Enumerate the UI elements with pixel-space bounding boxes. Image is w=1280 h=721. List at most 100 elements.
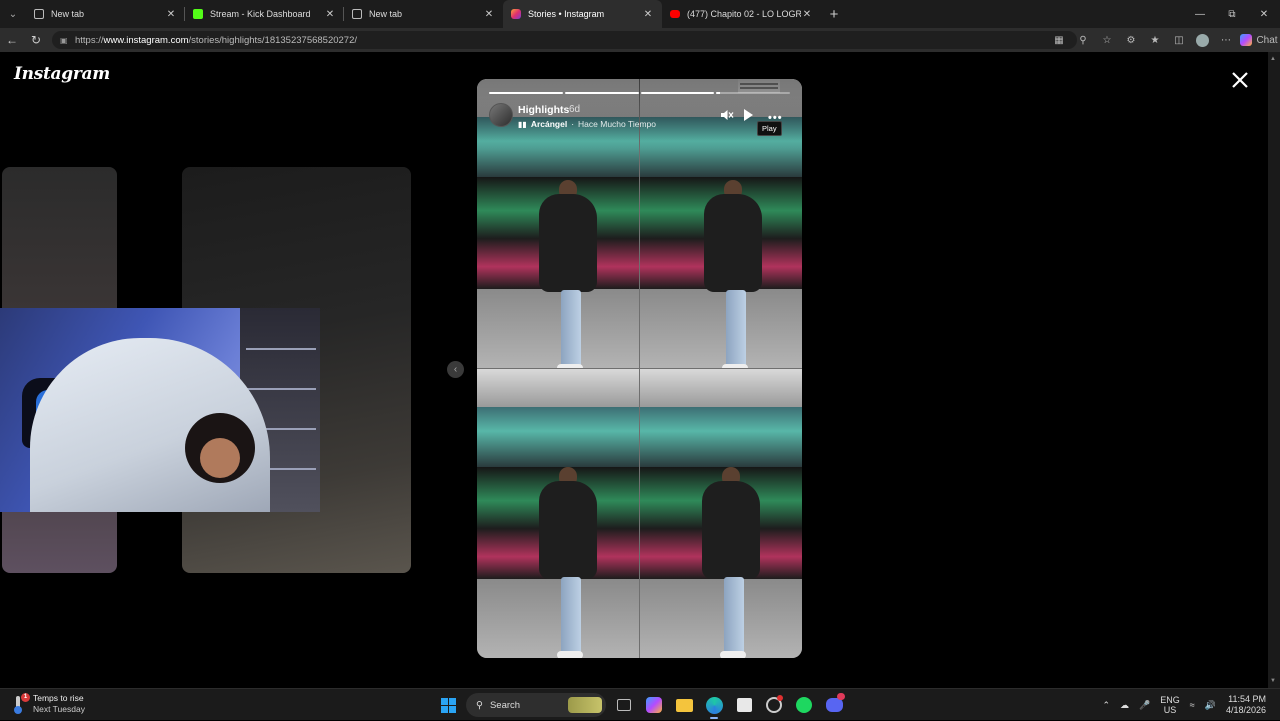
story-photo-tile bbox=[640, 369, 802, 658]
minimize-icon[interactable]: — bbox=[1184, 0, 1216, 28]
audio-separator: · bbox=[571, 119, 574, 129]
wifi-icon[interactable]: ≈ bbox=[1185, 700, 1200, 710]
site-info-icon[interactable]: ▣ bbox=[60, 36, 72, 45]
audio-bars-icon: ▮▮ bbox=[518, 120, 527, 129]
url-path: /stories/highlights/18135237568520272/ bbox=[189, 35, 358, 46]
task-view-icon[interactable] bbox=[617, 699, 631, 711]
extensions-icon[interactable]: ⚙ bbox=[1119, 28, 1143, 52]
progress-segment bbox=[716, 92, 790, 94]
copilot-icon bbox=[1240, 34, 1252, 46]
restore-icon[interactable]: ⧉ bbox=[1216, 0, 1248, 28]
keyboard-region: US bbox=[1160, 705, 1180, 715]
weather-widget[interactable]: 1 Temps to rise Next Tuesday bbox=[12, 693, 85, 715]
close-tab-icon[interactable]: ✕ bbox=[324, 9, 336, 20]
recording-app-icon[interactable] bbox=[762, 693, 786, 717]
progress-segment bbox=[489, 92, 563, 94]
app-available-icon[interactable]: ▦ bbox=[1047, 28, 1071, 52]
tab-title: (477) Chapito 02 - LO LOGRE (Vide bbox=[687, 9, 801, 19]
kick-icon bbox=[193, 9, 203, 19]
tab-instagram-stories[interactable]: Stories • Instagram ✕ bbox=[503, 0, 662, 28]
window-controls: — ⧉ ✕ bbox=[1184, 0, 1280, 28]
close-tab-icon[interactable]: ✕ bbox=[483, 9, 495, 20]
tab-title: Stream - Kick Dashboard bbox=[210, 9, 324, 19]
system-tray: ⌃ ☁ 🎤 ENG US ≈ 🔊 11:54 PM 4/18/2026 bbox=[1098, 689, 1280, 721]
tab-youtube-video[interactable]: (477) Chapito 02 - LO LOGRE (Vide ✕ bbox=[662, 0, 821, 28]
play-tooltip: Play bbox=[757, 121, 782, 136]
onedrive-cloud-icon[interactable]: ☁ bbox=[1115, 700, 1134, 711]
show-hidden-icons-chevron-icon[interactable]: ⌃ bbox=[1098, 700, 1116, 711]
copilot-icon[interactable] bbox=[642, 693, 666, 717]
story-avatar[interactable] bbox=[489, 103, 513, 127]
favorite-star-icon[interactable]: ☆ bbox=[1095, 28, 1119, 52]
language-code: ENG bbox=[1160, 695, 1180, 705]
tab-title: New tab bbox=[51, 9, 165, 19]
story-audio[interactable]: ▮▮ Arcángel · Hace Mucho Tiempo bbox=[518, 119, 656, 129]
copilot-chat-button[interactable]: Chat bbox=[1238, 28, 1280, 52]
story-timestamp: 6d bbox=[569, 104, 580, 115]
previous-story-chevron-icon[interactable]: ‹ bbox=[447, 361, 464, 378]
back-arrow-icon[interactable]: ← bbox=[0, 28, 24, 52]
zoom-icon[interactable]: ⚲ bbox=[1071, 28, 1095, 52]
close-tab-icon[interactable]: ✕ bbox=[165, 9, 177, 20]
url-scheme: https:// bbox=[75, 35, 104, 46]
search-label: Search bbox=[490, 700, 520, 711]
new-tab-button[interactable]: + bbox=[821, 6, 847, 23]
edge-browser-icon[interactable] bbox=[702, 693, 726, 717]
instagram-logo[interactable]: Instagram bbox=[14, 64, 110, 84]
story-header: Highlights 6d ▮▮ Arcángel · Hace Mucho T… bbox=[477, 79, 802, 149]
weather-headline: Temps to rise bbox=[33, 693, 85, 704]
start-button[interactable] bbox=[436, 693, 460, 717]
refresh-icon[interactable]: ↻ bbox=[24, 28, 48, 52]
progress-segment bbox=[565, 92, 639, 94]
clock[interactable]: 11:54 PM 4/18/2026 bbox=[1221, 694, 1280, 716]
tab-strip: ⌄ New tab ✕ Stream - Kick Dashboard ✕ Ne… bbox=[0, 0, 1280, 28]
taskbar-search-box[interactable]: ⚲ Search bbox=[466, 693, 606, 717]
clock-time: 11:54 PM bbox=[1226, 694, 1266, 705]
collections-icon[interactable]: ◫ bbox=[1167, 28, 1191, 52]
scroll-down-icon[interactable]: ▼ bbox=[1270, 678, 1276, 684]
discord-icon[interactable] bbox=[822, 693, 846, 717]
audio-song: Hace Mucho Tiempo bbox=[578, 119, 656, 129]
tab-title: Stories • Instagram bbox=[528, 9, 642, 19]
scroll-up-icon[interactable]: ▲ bbox=[1270, 56, 1276, 62]
story-progress-bar bbox=[489, 92, 790, 94]
play-icon[interactable] bbox=[743, 109, 753, 121]
close-tab-icon[interactable]: ✕ bbox=[642, 9, 654, 20]
close-stories-icon[interactable] bbox=[1229, 69, 1251, 91]
more-menu-icon[interactable]: ⋯ bbox=[1214, 28, 1238, 52]
profile-avatar[interactable] bbox=[1196, 34, 1209, 47]
new-tab-page-icon bbox=[352, 9, 362, 19]
muted-speaker-icon[interactable] bbox=[720, 108, 734, 122]
spotify-icon[interactable] bbox=[792, 693, 816, 717]
progress-segment bbox=[641, 92, 715, 94]
youtube-icon bbox=[670, 10, 680, 18]
search-icon: ⚲ bbox=[476, 700, 483, 711]
taskbar-apps: ⚲ Search bbox=[436, 692, 846, 718]
favorites-icon[interactable]: ★ bbox=[1143, 28, 1167, 52]
file-explorer-icon[interactable] bbox=[672, 693, 696, 717]
tab-kick-dashboard[interactable]: Stream - Kick Dashboard ✕ bbox=[185, 0, 344, 28]
input-language[interactable]: ENG US bbox=[1155, 695, 1185, 715]
clock-date: 4/18/2026 bbox=[1226, 705, 1266, 716]
new-tab-page-icon bbox=[34, 9, 44, 19]
address-toolbar: ← ↻ ▣ https://www.instagram.com/stories/… bbox=[0, 28, 1280, 52]
tab-new-tab-1[interactable]: New tab ✕ bbox=[26, 0, 185, 28]
weather-badge: 1 bbox=[21, 693, 30, 702]
story-viewer[interactable]: Highlights 6d ▮▮ Arcángel · Hace Mucho T… bbox=[477, 79, 802, 658]
tab-actions-menu-button[interactable]: ⌄ bbox=[0, 0, 26, 28]
url-host: www.instagram.com bbox=[104, 35, 189, 46]
address-bar[interactable]: ▣ https://www.instagram.com/stories/high… bbox=[52, 31, 1077, 49]
tab-new-tab-2[interactable]: New tab ✕ bbox=[344, 0, 503, 28]
close-tab-icon[interactable]: ✕ bbox=[801, 9, 813, 20]
instagram-icon bbox=[511, 9, 521, 19]
search-highlight-image bbox=[568, 697, 602, 713]
close-window-icon[interactable]: ✕ bbox=[1248, 0, 1280, 28]
story-username[interactable]: Highlights bbox=[518, 104, 569, 116]
volume-icon[interactable]: 🔊 bbox=[1200, 700, 1221, 711]
webcam-overlay bbox=[0, 308, 320, 512]
tab-title: New tab bbox=[369, 9, 483, 19]
microsoft-store-icon[interactable] bbox=[732, 693, 756, 717]
page-scrollbar[interactable]: ▲ ▼ bbox=[1268, 52, 1280, 688]
chat-label: Chat bbox=[1256, 28, 1277, 52]
microphone-icon[interactable]: 🎤 bbox=[1134, 700, 1155, 711]
